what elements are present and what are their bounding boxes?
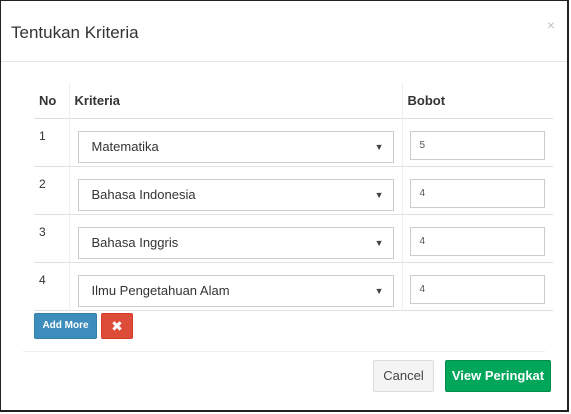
footer-divider bbox=[23, 351, 545, 352]
table-row: 1 Matematika ▼ 5 bbox=[34, 118, 553, 166]
add-more-button[interactable]: Add More bbox=[34, 313, 97, 339]
column-header-kriteria: Kriteria bbox=[68, 83, 403, 118]
row-number: 4 bbox=[39, 272, 46, 287]
kriteria-select-value: Bahasa Indonesia bbox=[91, 186, 196, 202]
modal-dialog: Tentukan Kriteria × No Kriteria Bobot 1 … bbox=[0, 0, 569, 412]
cancel-button[interactable]: Cancel bbox=[373, 360, 434, 392]
row-number: 3 bbox=[39, 224, 46, 239]
close-icon[interactable]: × bbox=[547, 18, 555, 32]
row-number: 1 bbox=[39, 128, 46, 143]
kriteria-select[interactable]: Bahasa Inggris ▼ bbox=[77, 226, 394, 259]
column-header-bobot: Bobot bbox=[407, 92, 446, 108]
bobot-input[interactable]: 4 bbox=[409, 274, 545, 304]
kriteria-select[interactable]: Ilmu Pengetahuan Alam ▼ bbox=[77, 274, 394, 307]
table-row: 2 Bahasa Indonesia ▼ 4 bbox=[34, 166, 553, 214]
caret-down-icon: ▼ bbox=[374, 189, 384, 200]
caret-down-icon: ▼ bbox=[374, 285, 384, 296]
table-row: 4 Ilmu Pengetahuan Alam ▼ 4 bbox=[34, 262, 553, 310]
row-number: 2 bbox=[39, 176, 46, 191]
remove-icon: ✖ bbox=[111, 318, 123, 334]
caret-down-icon: ▼ bbox=[374, 141, 384, 152]
bobot-input[interactable]: 4 bbox=[409, 178, 545, 208]
kriteria-select-value: Matematika bbox=[91, 138, 159, 154]
kriteria-select-value: Bahasa Inggris bbox=[91, 234, 179, 250]
kriteria-select[interactable]: Matematika ▼ bbox=[77, 130, 394, 163]
column-header-no: No bbox=[39, 92, 57, 108]
kriteria-select[interactable]: Bahasa Indonesia ▼ bbox=[77, 178, 394, 211]
bobot-input[interactable]: 4 bbox=[409, 226, 545, 256]
view-peringkat-button[interactable]: View Peringkat bbox=[445, 360, 551, 392]
caret-down-icon: ▼ bbox=[374, 237, 384, 248]
remove-row-button[interactable]: ✖ bbox=[101, 313, 133, 339]
table-header-row: No Kriteria Bobot bbox=[34, 83, 553, 118]
table-row: 3 Bahasa Inggris ▼ 4 bbox=[34, 214, 553, 262]
criteria-table: No Kriteria Bobot 1 Matematika ▼ 5 2 Bah… bbox=[34, 83, 553, 311]
modal-title: Tentukan Kriteria bbox=[11, 23, 139, 42]
modal-header: Tentukan Kriteria × bbox=[1, 1, 567, 62]
bobot-input[interactable]: 5 bbox=[409, 130, 545, 160]
kriteria-select-value: Ilmu Pengetahuan Alam bbox=[91, 282, 230, 298]
